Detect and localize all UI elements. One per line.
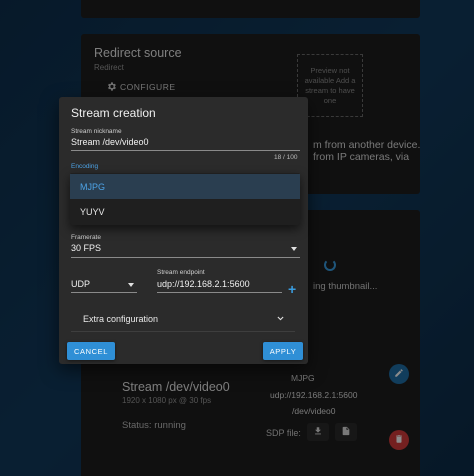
extra-configuration-toggle[interactable]: Extra configuration	[71, 306, 295, 332]
chevron-down-icon	[128, 283, 134, 287]
encoding-label: Encoding	[71, 163, 99, 170]
encoding-option-yuyv[interactable]: YUYV	[70, 199, 300, 224]
nickname-input[interactable]: Stream /dev/video0	[71, 137, 149, 147]
endpoint-input[interactable]: udp://192.168.2.1:5600	[157, 279, 250, 289]
chevron-down-icon	[276, 314, 285, 325]
nickname-underline	[71, 150, 300, 151]
stream-creation-dialog: Stream creation Stream nickname Stream /…	[59, 97, 308, 364]
protocol-select[interactable]: UDP	[71, 279, 90, 289]
nickname-counter: 18 / 100	[274, 154, 298, 161]
encoding-dropdown-menu: MJPG YUYV	[70, 173, 300, 225]
framerate-label: Framerate	[71, 234, 101, 241]
cancel-button[interactable]: CANCEL	[67, 342, 115, 360]
protocol-underline	[71, 292, 137, 293]
framerate-select[interactable]: 30 FPS	[71, 243, 101, 253]
chevron-down-icon	[291, 247, 297, 251]
extra-configuration-label: Extra configuration	[83, 313, 159, 324]
dialog-title: Stream creation	[71, 106, 156, 120]
plus-icon[interactable]: +	[288, 281, 296, 297]
encoding-option-mjpg[interactable]: MJPG	[70, 174, 300, 199]
endpoint-label: Stream endpoint	[157, 269, 205, 276]
nickname-label: Stream nickname	[71, 128, 122, 135]
apply-button[interactable]: APPLY	[263, 342, 303, 360]
endpoint-underline	[157, 292, 282, 293]
framerate-underline	[71, 257, 300, 258]
